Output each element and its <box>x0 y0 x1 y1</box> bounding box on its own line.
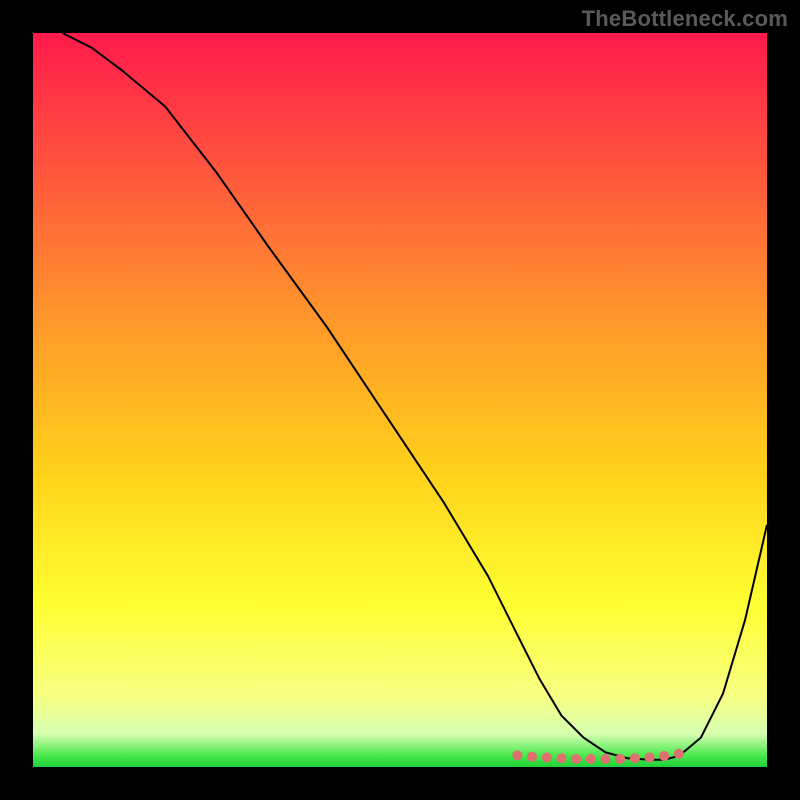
dot <box>601 754 611 764</box>
chart-frame: TheBottleneck.com <box>0 0 800 800</box>
curve-layer <box>33 33 767 767</box>
dot <box>615 754 625 764</box>
plot-area <box>33 33 767 767</box>
dot <box>527 752 537 762</box>
dot <box>512 750 522 760</box>
dot <box>571 754 581 764</box>
dot <box>645 753 655 763</box>
dot <box>586 754 596 764</box>
curve-path <box>62 33 767 760</box>
dot <box>674 749 684 759</box>
dot <box>659 751 669 761</box>
watermark-text: TheBottleneck.com <box>582 6 788 32</box>
flat-region-dots <box>512 749 684 764</box>
dot <box>542 753 552 763</box>
dot <box>557 753 567 763</box>
dot <box>630 753 640 763</box>
